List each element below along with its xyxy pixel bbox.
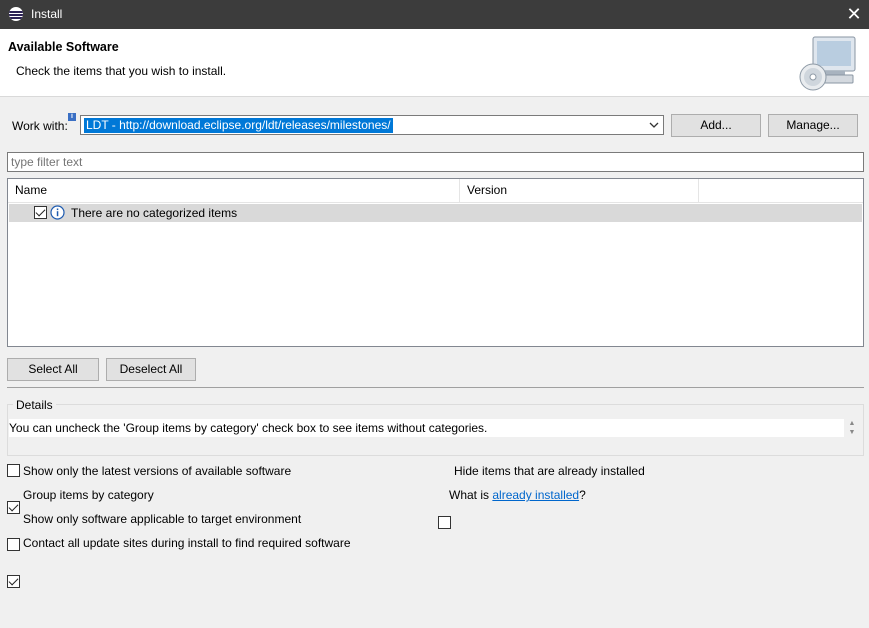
select-all-button[interactable]: Select All — [7, 358, 99, 381]
info-icon — [50, 205, 65, 220]
filter-input[interactable] — [7, 152, 864, 172]
group-by-category-checkbox[interactable] — [7, 501, 20, 514]
work-with-value[interactable]: LDT - http://download.eclipse.org/ldt/re… — [84, 118, 393, 133]
what-is-installed-text: What is already installed? — [449, 488, 586, 502]
software-install-icon — [799, 36, 856, 91]
applicable-target-label[interactable]: Show only software applicable to target … — [23, 512, 301, 526]
column-header-version[interactable]: Version — [460, 179, 699, 202]
contact-all-sites-checkbox[interactable] — [7, 575, 20, 588]
wizard-banner: Available Software Check the items that … — [0, 29, 869, 97]
what-is-suffix: ? — [579, 488, 586, 502]
add-site-button[interactable]: Add... — [671, 114, 761, 137]
manage-sites-button[interactable]: Manage... — [768, 114, 858, 137]
deselect-all-button[interactable]: Deselect All — [106, 358, 196, 381]
hide-installed-label[interactable]: Hide items that are already installed — [454, 464, 645, 478]
latest-versions-checkbox[interactable] — [7, 464, 20, 477]
software-tree[interactable]: Name Version There are no categorized it… — [7, 178, 864, 347]
tree-header: Name Version — [8, 179, 863, 203]
column-header-name[interactable]: Name — [8, 179, 460, 202]
group-by-category-label[interactable]: Group items by category — [23, 488, 154, 502]
applicable-target-checkbox[interactable] — [7, 538, 20, 551]
details-text: You can uncheck the 'Group items by cate… — [9, 419, 844, 437]
separator — [7, 387, 864, 388]
contact-all-sites-label[interactable]: Contact all update sites during install … — [23, 536, 351, 550]
window-title: Install — [31, 7, 63, 21]
latest-versions-label[interactable]: Show only the latest versions of availab… — [23, 464, 291, 478]
row-name: There are no categorized items — [71, 206, 238, 220]
chevron-down-icon[interactable] — [648, 118, 660, 132]
details-scroll-arrows[interactable]: ▲ ▼ — [846, 419, 858, 437]
details-label: Details — [13, 398, 56, 412]
work-with-combo[interactable]: LDT - http://download.eclipse.org/ldt/re… — [80, 115, 664, 135]
eclipse-icon — [9, 7, 23, 21]
window-titlebar: Install ✕ — [0, 0, 869, 29]
hide-installed-checkbox[interactable] — [438, 516, 451, 529]
page-subtitle: Check the items that you wish to install… — [16, 64, 227, 78]
work-with-label: Work with: — [12, 119, 68, 133]
tree-row[interactable]: There are no categorized items — [9, 204, 862, 222]
already-installed-link[interactable]: already installed — [492, 488, 579, 502]
info-decoration-icon: i — [68, 113, 76, 121]
close-icon[interactable]: ✕ — [843, 3, 865, 25]
page-title: Available Software — [8, 40, 119, 54]
row-checkbox[interactable] — [34, 206, 47, 219]
what-is-prefix: What is — [449, 488, 490, 502]
